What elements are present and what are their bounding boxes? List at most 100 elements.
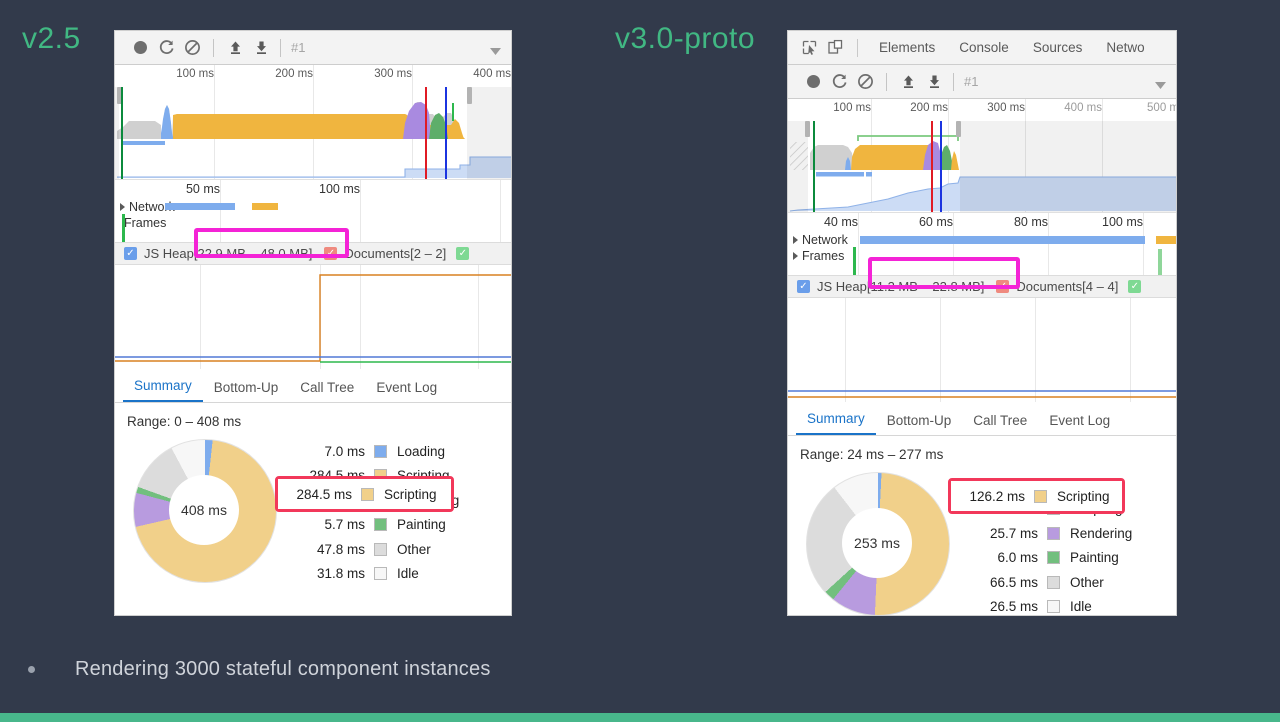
- legend-value: 31.8 ms: [291, 566, 374, 581]
- documents-checkbox[interactable]: ✓: [996, 280, 1009, 293]
- legend-row-loading[interactable]: 7.0 msLoading: [291, 439, 459, 464]
- chevron-right-icon[interactable]: [793, 252, 798, 260]
- bullet-line: Rendering 3000 stateful component instan…: [0, 658, 1280, 681]
- detail-tick: 50 ms: [115, 182, 226, 196]
- tab-bottom-up[interactable]: Bottom-Up: [203, 380, 290, 402]
- toolbar-divider: [886, 73, 887, 91]
- legend-label: Scripting: [374, 487, 437, 502]
- frame-bar: [1158, 249, 1162, 275]
- documents-checkbox[interactable]: ✓: [324, 247, 337, 260]
- selection-handle-left[interactable]: [805, 121, 810, 137]
- legend-value: 284.5 ms: [278, 487, 361, 502]
- legend-swatch-icon: [1047, 527, 1060, 540]
- tab-elements[interactable]: Elements: [867, 40, 947, 55]
- memory-counters-right: ✓ JS Heap [11.2 MB – 22.8 MB] ✓ Document…: [788, 275, 1176, 298]
- legend-row-painting[interactable]: 5.7 msPainting: [291, 513, 459, 538]
- tab-bottom-up[interactable]: Bottom-Up: [876, 413, 963, 435]
- track-label: Network: [802, 233, 848, 247]
- legend-row-other[interactable]: 66.5 msOther: [964, 570, 1132, 595]
- timeline-overview-right[interactable]: 100 ms 200 ms 300 ms 400 ms 500 m: [788, 99, 1176, 212]
- legend-row-idle[interactable]: 26.5 msIdle: [964, 595, 1132, 617]
- legend-label: Other: [1060, 575, 1104, 590]
- range-label-right: Range: 24 ms – 277 ms: [788, 436, 1176, 462]
- highlight-scripting-right-label: 126.2 msScripting: [951, 481, 1122, 511]
- legend-swatch-icon: [1034, 490, 1047, 503]
- tab-call-tree[interactable]: Call Tree: [962, 413, 1038, 435]
- download-icon[interactable]: [921, 71, 947, 93]
- detail-tick: 100 ms: [1048, 215, 1149, 229]
- jsheap-checkbox[interactable]: ✓: [124, 247, 137, 260]
- legend-swatch-icon: [361, 488, 374, 501]
- slide-root: v2.5 v3.0-proto #1: [0, 0, 1280, 722]
- network-request-bar: [860, 236, 1145, 244]
- range-label-left: Range: 0 – 408 ms: [115, 403, 511, 429]
- selection-handle-right[interactable]: [956, 121, 961, 137]
- donut-chart-left: 408 ms: [125, 435, 285, 585]
- legend-label: Painting: [1060, 550, 1119, 565]
- reload-icon[interactable]: [826, 71, 852, 93]
- overview-dim-right: [467, 87, 511, 179]
- counter-label-jsheap: JS Heap: [817, 279, 867, 294]
- network-request-bar: [1156, 236, 1176, 244]
- inspect-cursor-icon[interactable]: [796, 35, 822, 61]
- legend-row-painting[interactable]: 6.0 msPainting: [964, 546, 1132, 571]
- record-icon[interactable]: [127, 37, 153, 59]
- detail-tick: 60 ms: [858, 215, 959, 229]
- footer-accent-bar: [0, 713, 1280, 722]
- legend-row-idle[interactable]: 31.8 msIdle: [291, 562, 459, 587]
- record-icon[interactable]: [800, 71, 826, 93]
- legend-value: 126.2 ms: [951, 489, 1034, 504]
- donut-center-label: 253 ms: [842, 508, 912, 578]
- tab-summary[interactable]: Summary: [796, 411, 876, 435]
- tab-network[interactable]: Netwo: [1094, 40, 1156, 55]
- track-label: Frames: [802, 249, 844, 263]
- toolbar-divider: [213, 39, 214, 57]
- tab-event-log[interactable]: Event Log: [365, 380, 448, 402]
- selection-handle-right[interactable]: [467, 87, 472, 104]
- tab-summary[interactable]: Summary: [123, 378, 203, 402]
- counter-label-documents: Documents: [344, 246, 410, 261]
- chevron-down-icon[interactable]: [490, 43, 501, 61]
- nodes-checkbox[interactable]: ✓: [1128, 280, 1141, 293]
- clear-icon[interactable]: [852, 71, 878, 93]
- upload-icon[interactable]: [895, 71, 921, 93]
- jsheap-checkbox[interactable]: ✓: [797, 280, 810, 293]
- version-label-left: v2.5: [22, 22, 81, 56]
- download-icon[interactable]: [248, 37, 274, 59]
- track-row-frames[interactable]: Frames: [115, 214, 511, 232]
- performance-toolbar-left: #1: [115, 31, 511, 65]
- first-paint-marker: [425, 87, 427, 179]
- counter-value-documents: [4 – 4]: [1082, 279, 1118, 294]
- overview-graphs-right: [788, 99, 1176, 212]
- legend-label: Rendering: [1060, 526, 1132, 541]
- detail-tick: 100 ms: [220, 182, 366, 196]
- chevron-right-icon[interactable]: [120, 203, 125, 211]
- device-toolbar-icon[interactable]: [822, 35, 848, 61]
- counter-label-jsheap: JS Heap: [144, 246, 194, 261]
- tab-sources[interactable]: Sources: [1021, 40, 1095, 55]
- legend-swatch-icon: [1047, 551, 1060, 564]
- dom-content-loaded-marker: [121, 87, 123, 179]
- upload-icon[interactable]: [222, 37, 248, 59]
- clear-icon[interactable]: [179, 37, 205, 59]
- track-row-frames[interactable]: Frames: [788, 247, 1176, 265]
- tracks-right: Network Frames: [788, 233, 1176, 275]
- legend-row-rendering[interactable]: 25.7 msRendering: [964, 521, 1132, 546]
- reload-icon[interactable]: [153, 37, 179, 59]
- chevron-right-icon[interactable]: [793, 236, 798, 244]
- legend-value: 7.0 ms: [291, 444, 374, 459]
- nodes-checkbox[interactable]: ✓: [456, 247, 469, 260]
- chevron-down-icon[interactable]: [1155, 77, 1166, 95]
- timeline-overview-left[interactable]: 100 ms 200 ms 300 ms 400 ms: [115, 65, 511, 179]
- legend-value: 47.8 ms: [291, 542, 374, 557]
- detail-tick: 40 ms: [788, 215, 864, 229]
- tab-console[interactable]: Console: [947, 40, 1021, 55]
- legend-row-other[interactable]: 47.8 msOther: [291, 537, 459, 562]
- donut-center-label: 408 ms: [169, 475, 239, 545]
- overview-graphs-left: [115, 65, 511, 179]
- tab-call-tree[interactable]: Call Tree: [289, 380, 365, 402]
- session-label-left[interactable]: #1: [280, 39, 305, 57]
- session-label-right[interactable]: #1: [953, 73, 978, 91]
- legend-label: Idle: [1060, 599, 1092, 614]
- tab-event-log[interactable]: Event Log: [1038, 413, 1121, 435]
